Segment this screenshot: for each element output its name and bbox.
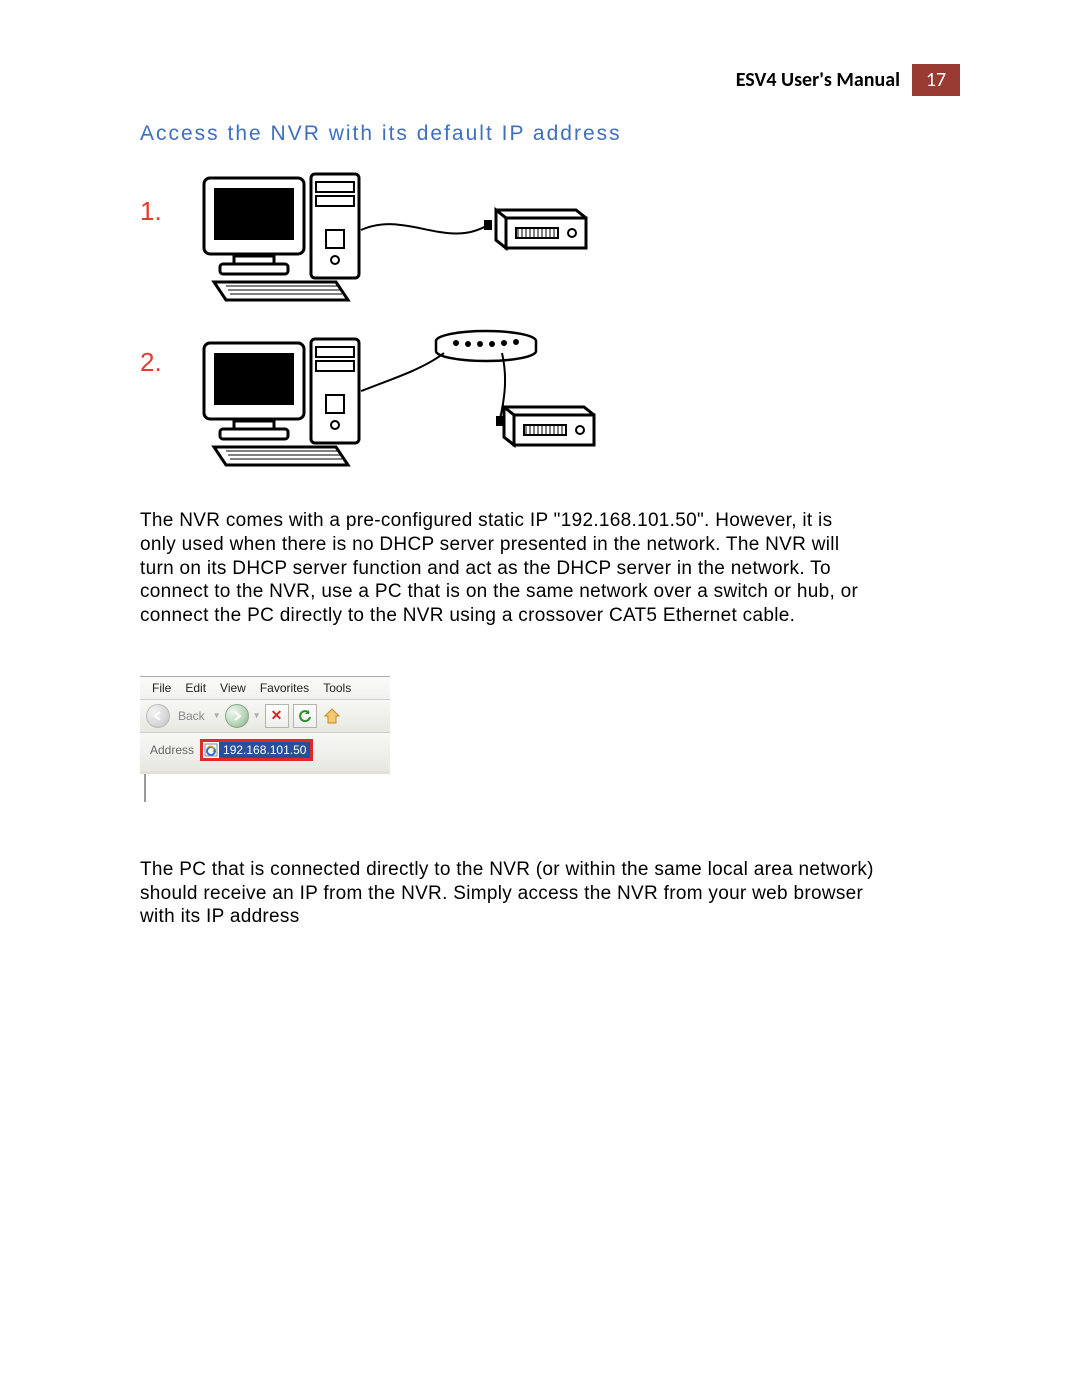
ie-page-icon	[203, 742, 219, 758]
dropdown-arrow-icon[interactable]: ▼	[253, 711, 261, 720]
diagram-row-2: 2.	[140, 321, 960, 481]
browser-address-bar: Address 192.168.101.50	[140, 733, 390, 774]
pc-monitor-icon	[204, 343, 304, 439]
diagram-direct-connection	[186, 170, 596, 315]
dropdown-arrow-icon[interactable]: ▼	[213, 711, 221, 720]
keyboard-icon	[214, 447, 348, 465]
diagram-number-2: 2.	[140, 347, 168, 378]
menu-tools[interactable]: Tools	[323, 681, 351, 695]
paragraph-2: The PC that is connected directly to the…	[140, 858, 880, 929]
browser-screenshot: File Edit View Favorites Tools Back ▼ ▼ …	[140, 676, 390, 802]
pc-tower-icon	[311, 339, 359, 443]
address-input[interactable]: 192.168.101.50	[219, 742, 310, 758]
menu-favorites[interactable]: Favorites	[260, 681, 309, 695]
diagram-number-1: 1.	[140, 196, 168, 227]
home-button-icon[interactable]	[321, 705, 343, 727]
nvr-device-icon	[504, 407, 594, 445]
page-header: ESV4 User's Manual 17	[140, 64, 960, 96]
stop-button-icon[interactable]: ✕	[265, 704, 289, 728]
hub-switch-icon	[436, 331, 536, 361]
document-page: ESV4 User's Manual 17 Access the NVR wit…	[0, 0, 1080, 1397]
menu-edit[interactable]: Edit	[185, 681, 206, 695]
browser-toolbar: Back ▼ ▼ ✕	[140, 700, 390, 733]
diagram-hub-connection	[186, 321, 596, 481]
diagram-row-1: 1.	[140, 170, 960, 315]
menu-file[interactable]: File	[152, 681, 171, 695]
address-highlight-box: 192.168.101.50	[200, 739, 313, 761]
back-button-icon[interactable]	[146, 704, 170, 728]
pc-monitor-icon	[204, 178, 304, 274]
page-number: 17	[912, 64, 960, 96]
browser-content-edge	[144, 774, 390, 802]
browser-menu-bar: File Edit View Favorites Tools	[140, 677, 390, 700]
nvr-device-icon	[496, 210, 586, 248]
forward-button-icon[interactable]	[225, 704, 249, 728]
refresh-button-icon[interactable]	[293, 704, 317, 728]
menu-view[interactable]: View	[220, 681, 246, 695]
cable-icon	[361, 353, 444, 391]
cable-icon	[361, 224, 488, 233]
keyboard-icon	[214, 282, 348, 300]
manual-title: ESV4 User's Manual	[736, 68, 900, 92]
paragraph-1: The NVR comes with a pre-configured stat…	[140, 509, 860, 628]
section-heading: Access the NVR with its default IP addre…	[140, 122, 960, 146]
back-button-label[interactable]: Back	[174, 707, 209, 725]
pc-tower-icon	[311, 174, 359, 278]
address-label: Address	[150, 743, 194, 757]
